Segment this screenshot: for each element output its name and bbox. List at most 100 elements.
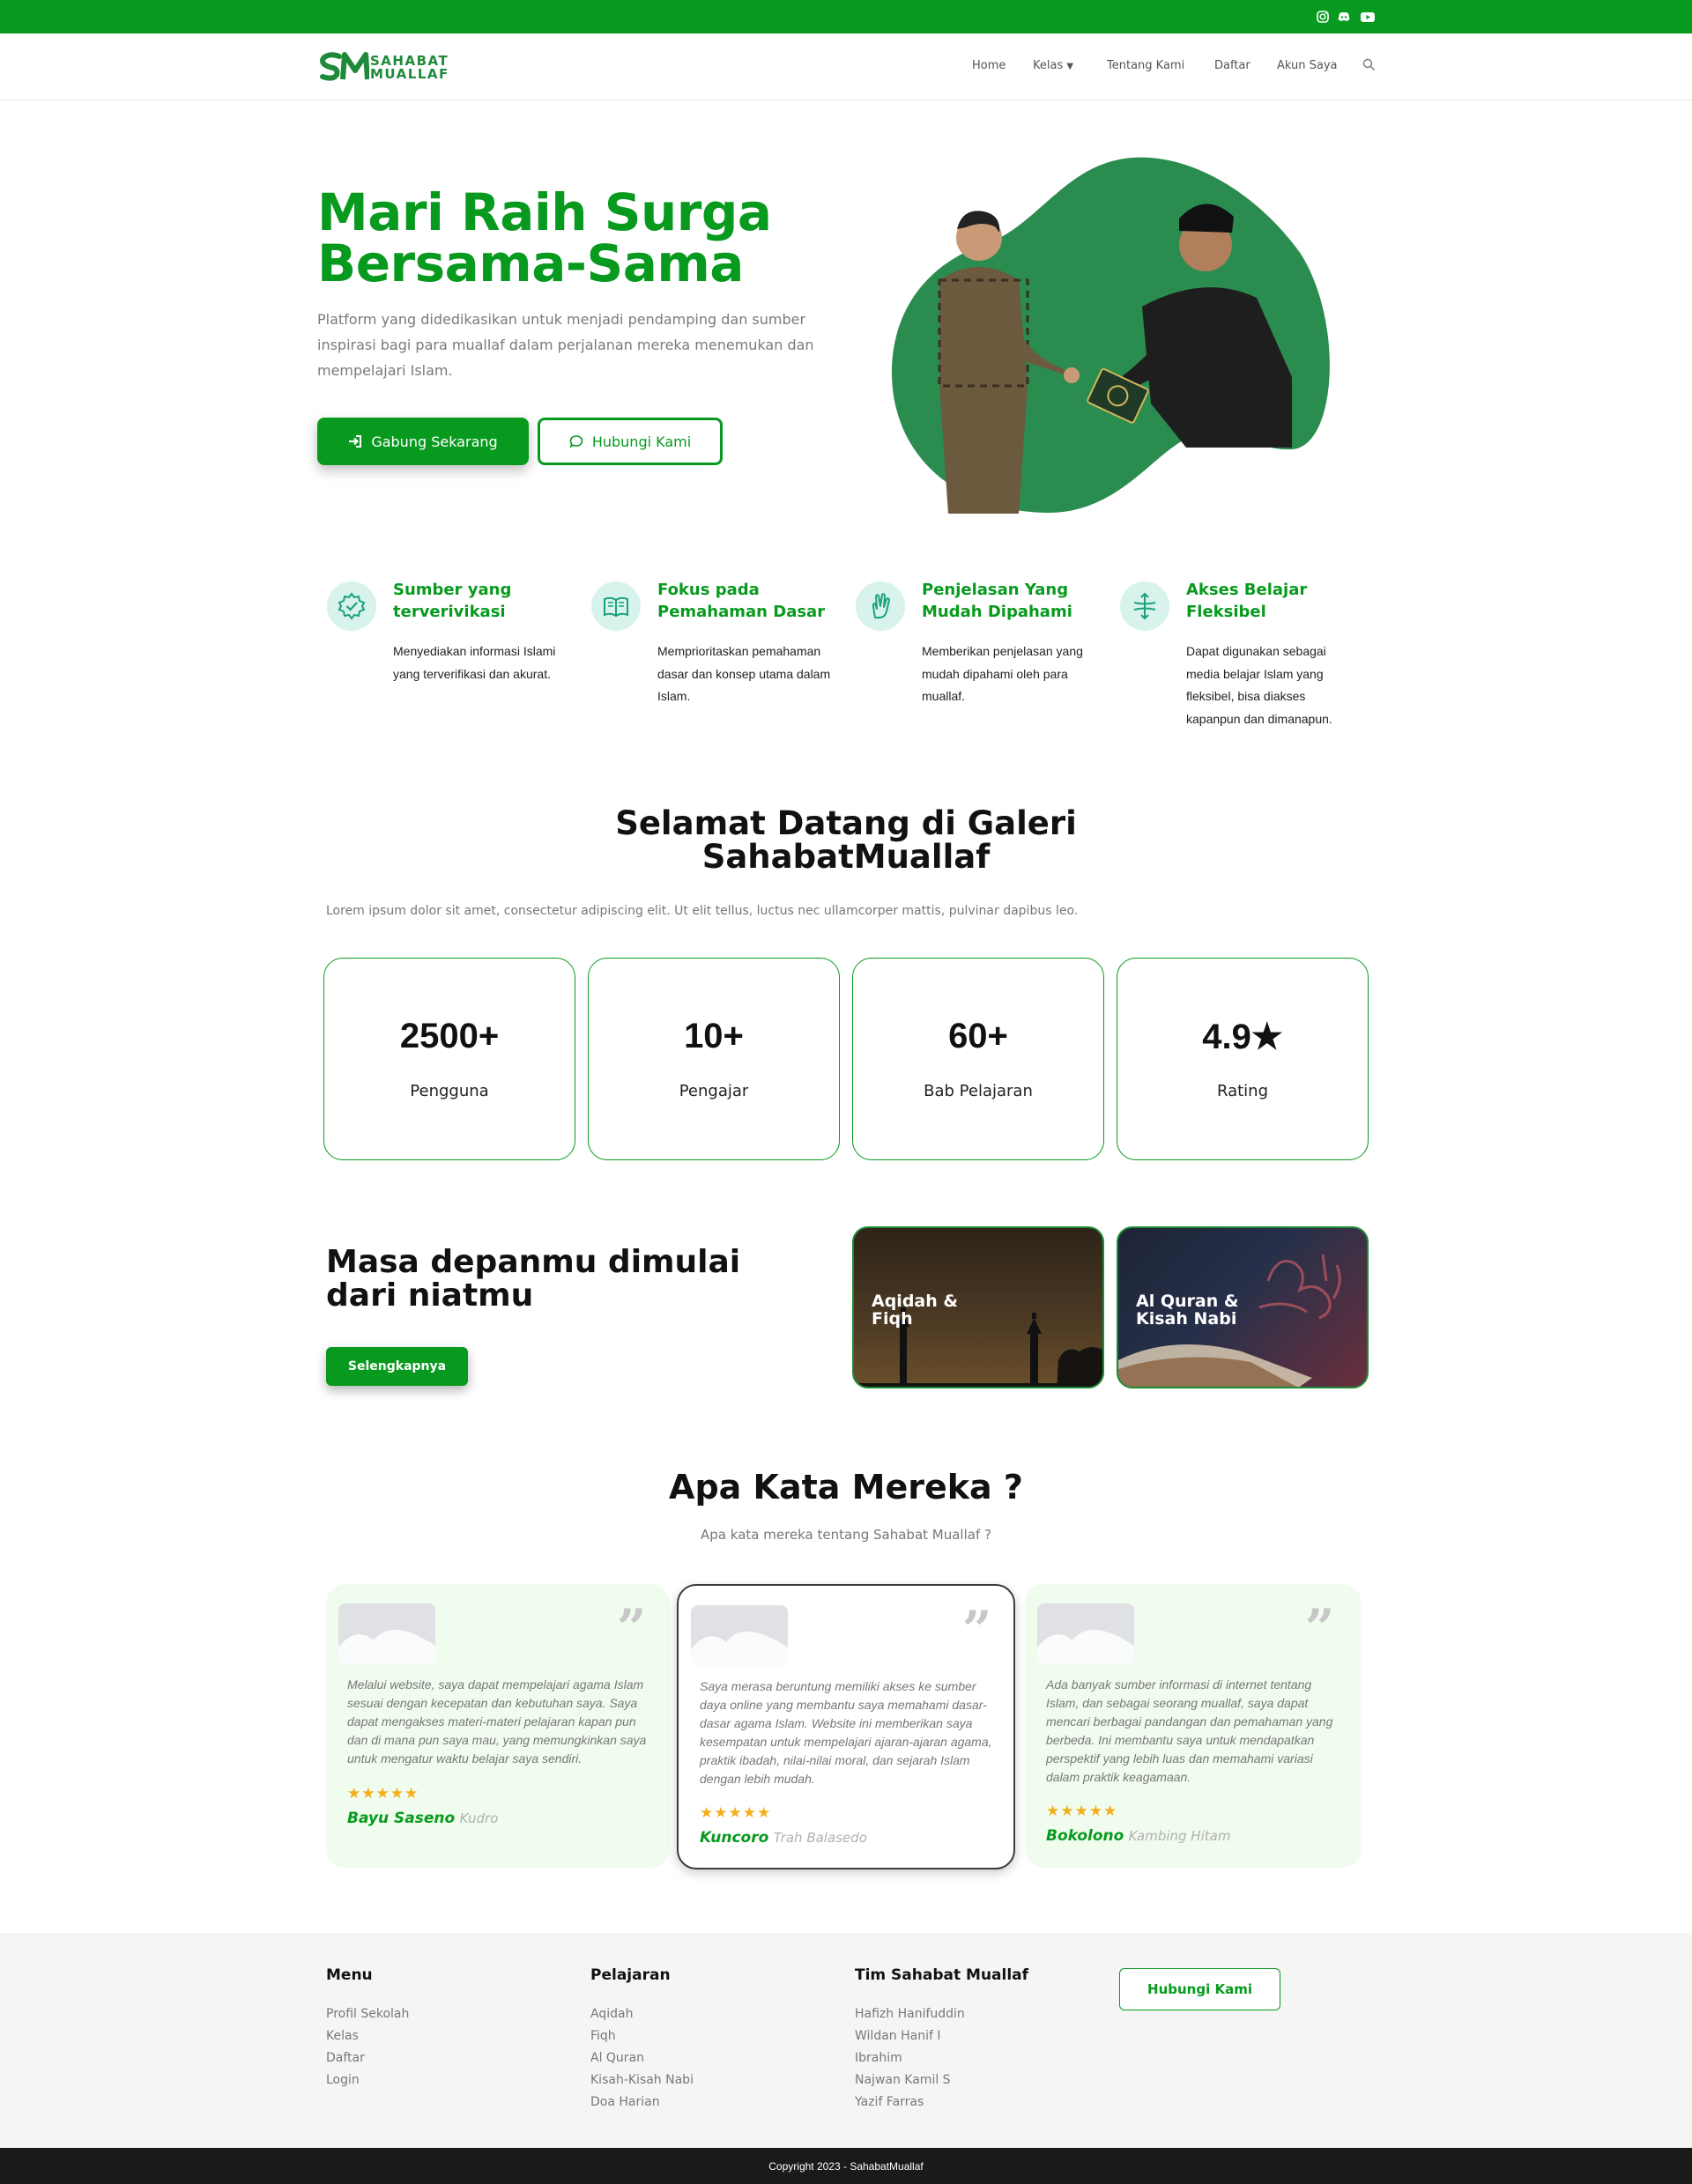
nav-daftar[interactable]: Daftar — [1214, 59, 1250, 72]
hero-title-line-1: Mari Raih Surga — [317, 182, 772, 242]
footer-tim-title: Tim Sahabat Muallaf — [855, 1966, 1029, 1984]
stat-label: Bab Pelajaran — [924, 1082, 1033, 1100]
stat-card-teachers: 10+ Pengajar — [588, 958, 840, 1160]
hero-title: Mari Raih Surga Bersama-Sama — [317, 187, 864, 289]
learn-more-button[interactable]: Selengkapnya — [326, 1347, 468, 1386]
stat-value: 10+ — [684, 1017, 744, 1055]
author-name: Bokolono — [1046, 1827, 1124, 1845]
testimonials-subtitle: Apa kata mereka tentang Sahabat Muallaf … — [701, 1527, 991, 1543]
author-role: Kudro — [459, 1810, 499, 1826]
feature-desc-3: Memberikan penjelasan yang mudah dipaham… — [922, 644, 1083, 703]
future-title: Masa depanmu dimulai dari niatmu — [326, 1244, 741, 1314]
footer-link[interactable]: Profil Sekolah — [326, 2007, 409, 2021]
testimonial-card: ” Melalui website, saya dapat mempelajar… — [326, 1584, 670, 1868]
course-card-quran-kisah[interactable]: Al Quran & Kisah Nabi — [1117, 1226, 1369, 1388]
hero-title-line-2: Bersama-Sama — [317, 233, 744, 293]
discord-icon[interactable] — [1337, 10, 1351, 24]
instagram-icon[interactable] — [1316, 10, 1330, 24]
avatar — [338, 1603, 435, 1665]
testimonial-card: ” Ada banyak sumber informasi di interne… — [1025, 1584, 1362, 1868]
nav-akun-saya[interactable]: Akun Saya — [1277, 59, 1338, 72]
stat-value: 2500+ — [399, 1017, 500, 1055]
feature-title-2: Fokus pada Pemahaman Dasar — [657, 581, 826, 621]
hero-illustration — [891, 157, 1330, 514]
avatar — [691, 1605, 788, 1667]
footer-link[interactable]: Doa Harian — [590, 2095, 660, 2109]
course-label-1: Aqidah & Fiqh — [872, 1292, 958, 1328]
welcome-title-line-2: SahabatMuallaf — [701, 838, 991, 876]
stat-card-users: 2500+ Pengguna — [323, 958, 575, 1160]
logo-icon[interactable] — [320, 51, 369, 83]
stat-label: Rating — [1216, 1082, 1269, 1100]
hand-gesture-icon — [856, 581, 905, 631]
nav-home[interactable]: Home — [972, 59, 1006, 72]
testimonial-author: Bayu Saseno Kudro — [347, 1810, 498, 1827]
footer-link[interactable]: Kelas — [326, 2029, 359, 2043]
rating-stars: ★★★★★ — [347, 1785, 419, 1802]
testimonial-text: Melalui website, saya dapat mempelajari … — [347, 1677, 647, 1766]
testimonial-author: Bokolono Kambing Hitam — [1046, 1827, 1230, 1845]
nav-kelas-label: Kelas — [1033, 59, 1064, 72]
search-icon[interactable] — [1362, 58, 1376, 71]
logo-text[interactable]: SAHABAT MUALLAF — [370, 55, 449, 81]
course-label-2-line-1: Al Quran & — [1136, 1292, 1239, 1311]
footer-link[interactable]: Login — [326, 2073, 360, 2087]
footer-link[interactable]: Najwan Kamil S — [855, 2073, 951, 2087]
contact-us-button[interactable]: Hubungi Kami — [538, 418, 723, 465]
rating-stars: ★★★★★ — [700, 1804, 772, 1821]
avatar — [1037, 1603, 1134, 1665]
feature-desc-4: Dapat digunakan sebagai media belajar Is… — [1186, 644, 1332, 726]
stat-value: 4.9★ — [1202, 1018, 1283, 1056]
open-book-icon — [591, 581, 641, 631]
chat-bubble-icon — [569, 435, 583, 448]
feature-desc-1: Menyediakan informasi Islami yang terver… — [393, 644, 556, 681]
nav-kelas[interactable]: Kelas ▼ — [1033, 59, 1073, 72]
join-now-label: Gabung Sekarang — [371, 433, 498, 450]
course-card-aqidah-fiqh[interactable]: Aqidah & Fiqh — [852, 1226, 1104, 1388]
hero-description: Platform yang didedikasikan untuk menjad… — [317, 311, 814, 379]
stat-card-rating: 4.9★ Rating — [1117, 958, 1369, 1160]
footer-link[interactable]: Yazif Farras — [855, 2095, 924, 2109]
course-label-1-line-2: Fiqh — [872, 1309, 913, 1329]
testimonial-card: ” Saya merasa beruntung memiliki akses k… — [677, 1584, 1015, 1869]
testimonial-text: Saya merasa beruntung memiliki akses ke … — [700, 1679, 992, 1786]
course-label-2: Al Quran & Kisah Nabi — [1136, 1292, 1238, 1328]
nav-tentang-kami[interactable]: Tentang Kami — [1107, 59, 1184, 72]
join-now-button[interactable]: Gabung Sekarang — [317, 418, 529, 465]
welcome-title: Selamat Datang di Galeri SahabatMuallaf — [494, 807, 1198, 874]
footer-link[interactable]: Al Quran — [590, 2051, 644, 2065]
course-label-1-line-1: Aqidah & — [872, 1292, 958, 1311]
footer-link[interactable]: Wildan Hanif I — [855, 2029, 940, 2043]
sign-in-icon — [349, 435, 362, 448]
testimonial-author: Kuncoro Trah Balasedo — [700, 1829, 867, 1847]
rating-stars: ★★★★★ — [1046, 1803, 1118, 1819]
top-bar — [0, 0, 1692, 33]
youtube-icon[interactable] — [1360, 10, 1376, 24]
footer-link[interactable]: Daftar — [326, 2051, 365, 2065]
welcome-description: Lorem ipsum dolor sit amet, consectetur … — [326, 904, 1079, 918]
main-navbar: SAHABAT MUALLAF Home Kelas ▼ Tentang Kam… — [0, 33, 1692, 100]
logo-line-2: MUALLAF — [370, 66, 449, 82]
feature-desc-2: Memprioritaskan pemahaman dasar dan kons… — [657, 644, 831, 703]
footer-link[interactable]: Kisah-Kisah Nabi — [590, 2073, 694, 2087]
footer-contact-button[interactable]: Hubungi Kami — [1119, 1968, 1280, 2010]
quote-icon: ” — [962, 1600, 992, 1660]
chevron-down-icon: ▼ — [1066, 62, 1074, 71]
footer-link[interactable]: Fiqh — [590, 2029, 616, 2043]
author-role: Trah Balasedo — [773, 1830, 867, 1846]
copyright-bar: Copyright 2023 - SahabatMuallaf — [0, 2148, 1692, 2184]
feature-title-3: Penjelasan Yang Mudah Dipahami — [922, 581, 1072, 621]
feature-title-1: Sumber yang terverivikasi — [393, 581, 512, 621]
footer: Menu Profil Sekolah Kelas Daftar Login P… — [0, 1933, 1692, 2148]
contact-us-label: Hubungi Kami — [591, 433, 692, 450]
footer-link[interactable]: Aqidah — [590, 2007, 633, 2021]
stat-label: Pengguna — [410, 1082, 489, 1100]
footer-link[interactable]: Ibrahim — [855, 2051, 902, 2065]
footer-menu-title: Menu — [326, 1966, 373, 1984]
footer-link[interactable]: Hafizh Hanifuddin — [855, 2007, 965, 2021]
stat-card-chapters: 60+ Bab Pelajaran — [852, 958, 1104, 1160]
testimonial-text: Ada banyak sumber informasi di internet … — [1046, 1677, 1333, 1784]
feature-title-4: Akses Belajar Fleksibel — [1186, 581, 1308, 621]
stat-label: Pengajar — [679, 1082, 749, 1100]
quote-icon: ” — [617, 1598, 647, 1658]
